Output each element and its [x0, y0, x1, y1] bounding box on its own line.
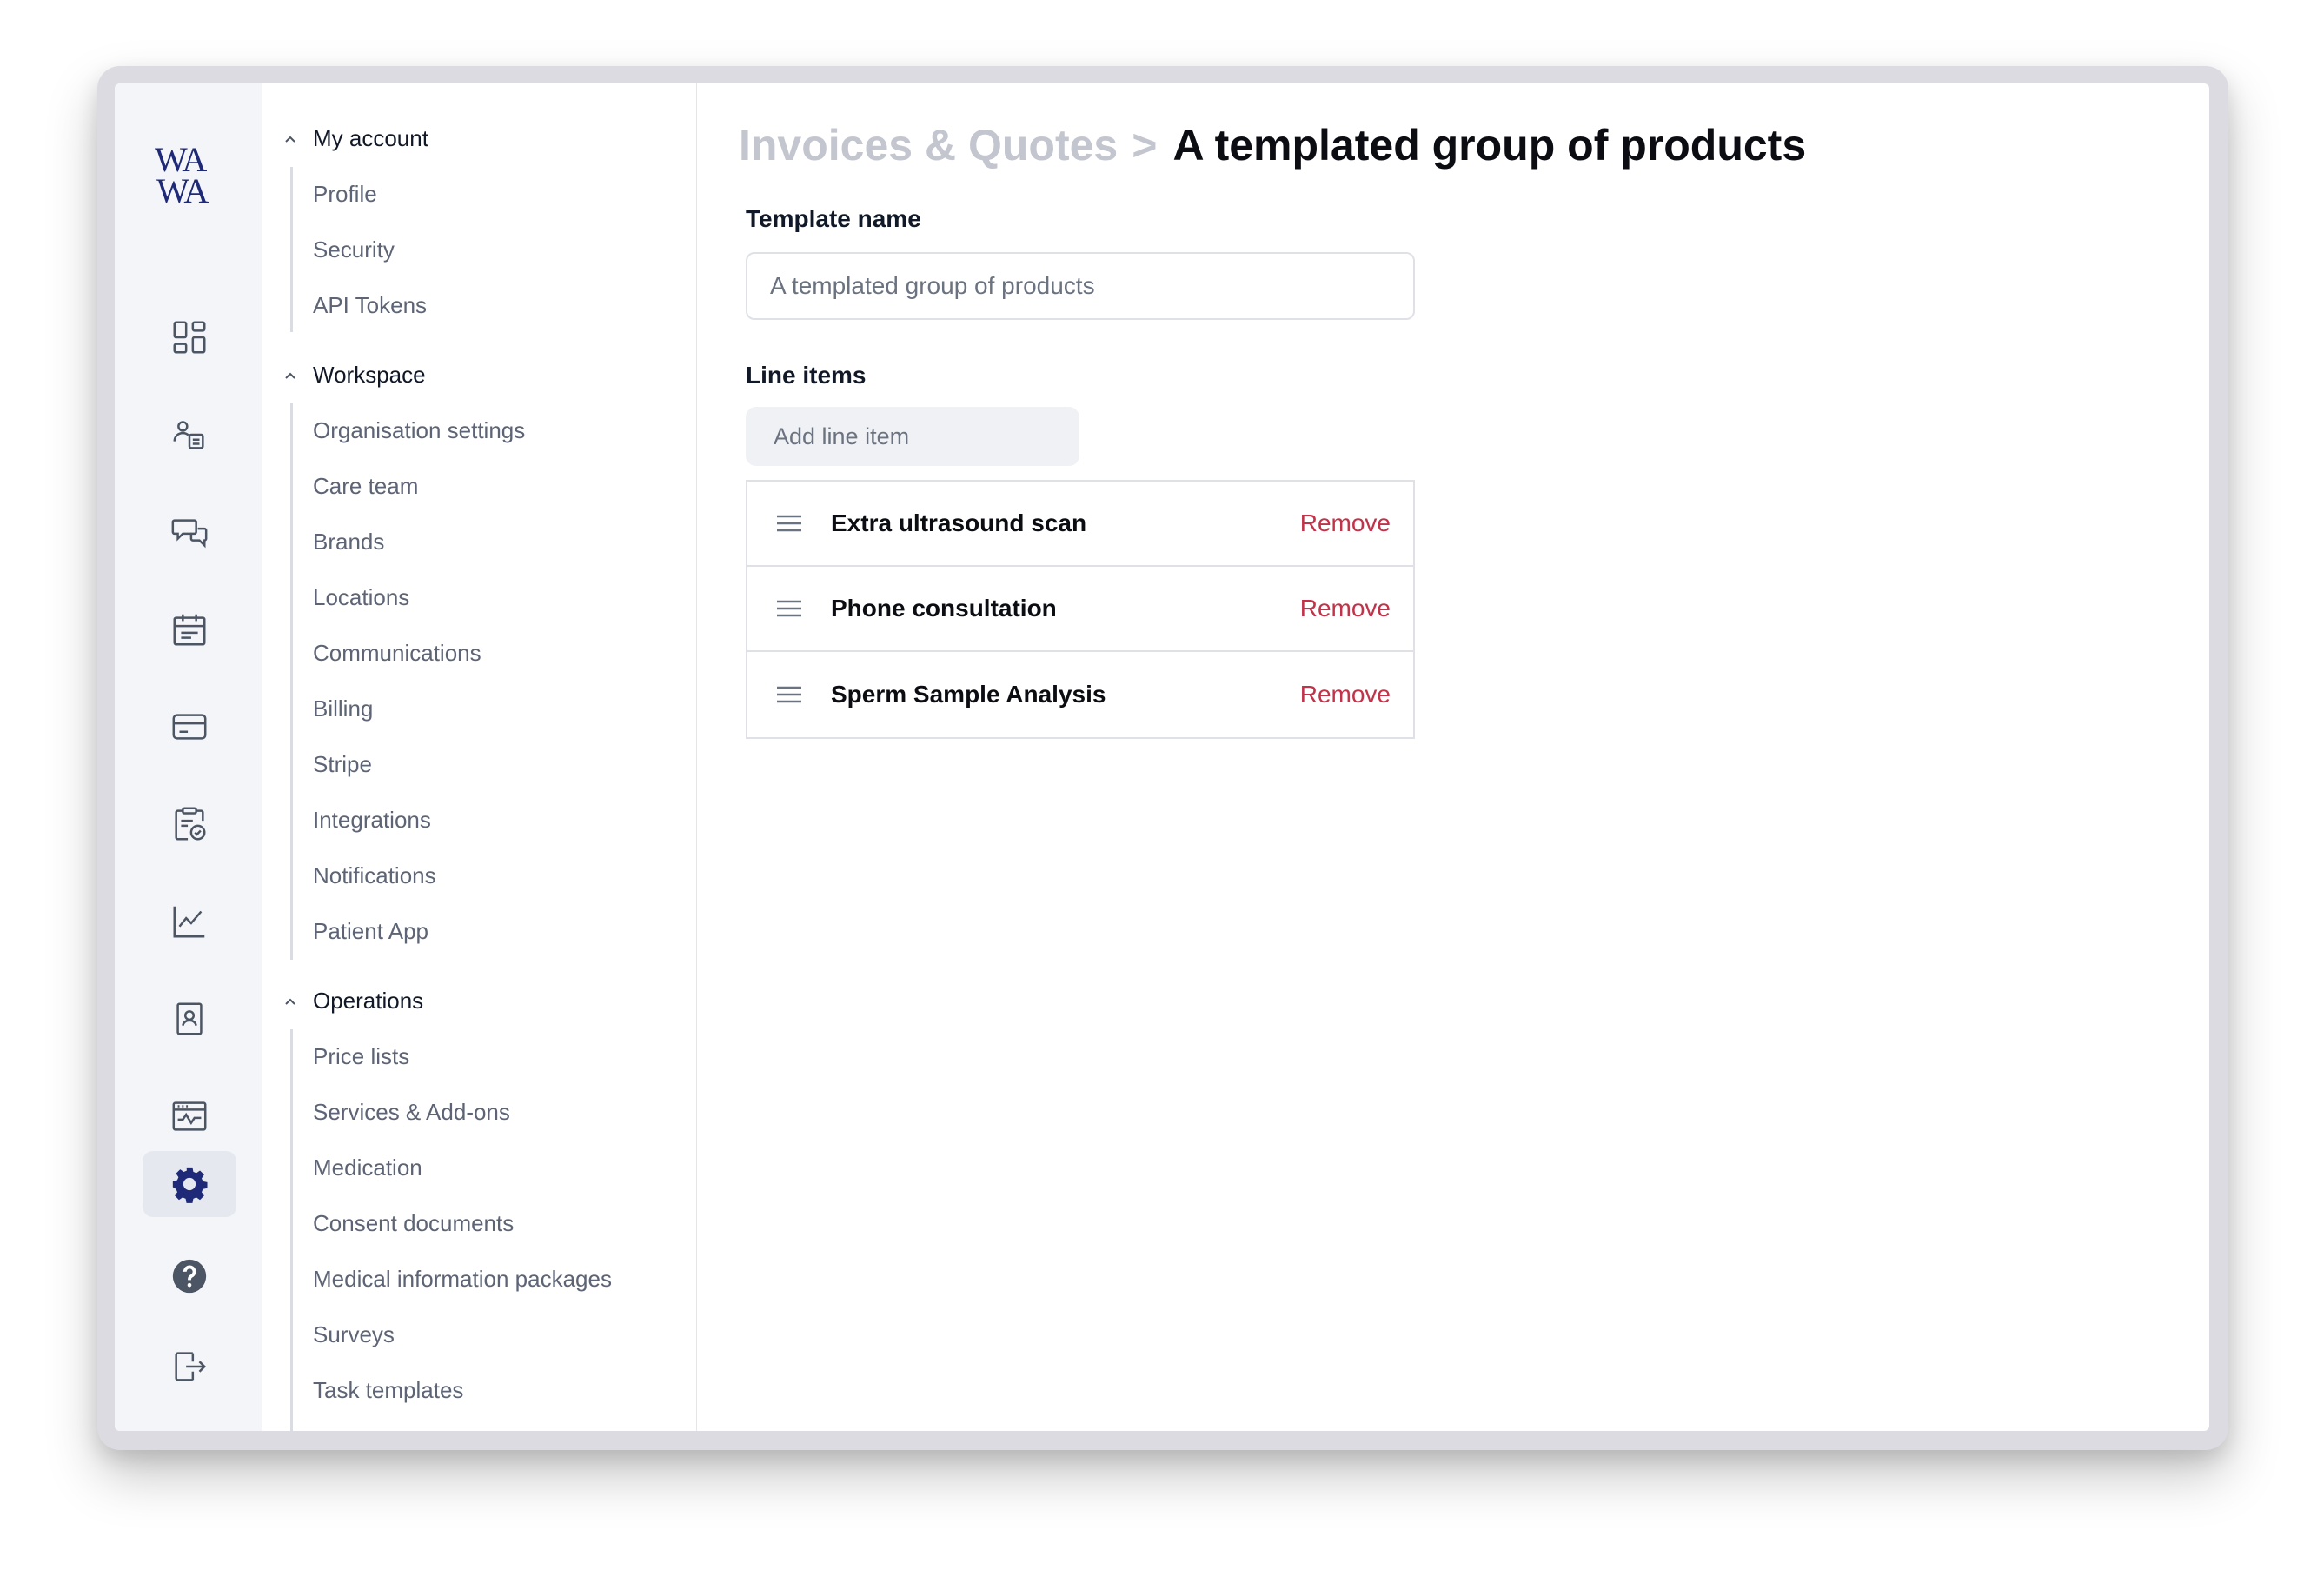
chevron-up-icon: [285, 372, 295, 379]
monitoring-icon[interactable]: [143, 1083, 236, 1149]
add-line-item-input[interactable]: Add line item: [746, 407, 1079, 466]
nav-item-integrations[interactable]: Integrations: [313, 807, 431, 834]
nav-item-profile[interactable]: Profile: [313, 181, 377, 208]
nav-item-stripe[interactable]: Stripe: [313, 751, 372, 778]
nav-item-care-team[interactable]: Care team: [313, 473, 418, 500]
line-item-name: Phone consultation: [831, 595, 1057, 622]
help-icon[interactable]: [143, 1243, 236, 1309]
nav-item-locations[interactable]: Locations: [313, 584, 409, 611]
settings-nav: My account Profile Security API Tokens W…: [262, 83, 697, 1431]
nav-item-price-lists[interactable]: Price lists: [313, 1043, 409, 1070]
calendar-icon[interactable]: [143, 596, 236, 662]
nav-section-divider: [290, 403, 293, 960]
template-name-label: Template name: [746, 205, 921, 232]
settings-icon[interactable]: [143, 1151, 236, 1217]
dashboard-icon[interactable]: [143, 304, 236, 370]
drag-handle-icon[interactable]: [775, 514, 803, 533]
nav-section-title: My account: [313, 125, 428, 151]
nav-section-title: Operations: [313, 988, 424, 1014]
messages-icon[interactable]: [143, 499, 236, 565]
brand-logo[interactable]: WA WA: [155, 143, 233, 210]
nav-item-security[interactable]: Security: [313, 236, 395, 263]
line-items-label: Line items: [746, 362, 867, 389]
nav-item-medical-information-packages[interactable]: Medical information packages: [313, 1266, 612, 1293]
nav-section-title: Workspace: [313, 362, 426, 388]
nav-item-medication[interactable]: Medication: [313, 1154, 422, 1181]
nav-section-my-account[interactable]: My account: [282, 125, 428, 152]
breadcrumb-separator: >: [1132, 121, 1158, 170]
nav-item-notifications[interactable]: Notifications: [313, 862, 436, 889]
remove-line-item-button[interactable]: Remove: [1300, 595, 1391, 622]
nav-item-api-tokens[interactable]: API Tokens: [313, 292, 427, 319]
payment-card-icon[interactable]: [143, 694, 236, 760]
nav-item-communications[interactable]: Communications: [313, 640, 481, 667]
remove-line-item-button[interactable]: Remove: [1300, 509, 1391, 537]
line-item-row: Sperm Sample Analysis Remove: [747, 652, 1413, 737]
nav-section-workspace[interactable]: Workspace: [282, 362, 426, 389]
breadcrumb-parent-link[interactable]: Invoices & Quotes: [739, 121, 1118, 170]
main-content: Invoices & Quotes > A templated group of p…: [697, 83, 2209, 1431]
logout-icon[interactable]: [143, 1334, 236, 1400]
nav-item-organisation-settings[interactable]: Organisation settings: [313, 417, 525, 444]
chevron-up-icon: [285, 998, 295, 1005]
logo-line-2: WA: [156, 171, 209, 210]
remove-line-item-button[interactable]: Remove: [1300, 681, 1391, 709]
app-window: WA WA My account Profile Security API To…: [115, 83, 2209, 1431]
nav-item-brands[interactable]: Brands: [313, 529, 384, 556]
line-item-row: Phone consultation Remove: [747, 567, 1413, 652]
nav-section-divider: [290, 1029, 293, 1431]
drag-handle-icon[interactable]: [775, 599, 803, 618]
line-items-list: Extra ultrasound scan Remove Phone consu…: [746, 480, 1415, 739]
line-item-name: Sperm Sample Analysis: [831, 681, 1106, 708]
nav-item-surveys[interactable]: Surveys: [313, 1321, 395, 1348]
nav-section-divider: [290, 167, 293, 332]
breadcrumb: Invoices & Quotes > A templated group of p…: [739, 120, 1806, 170]
nav-item-services-add-ons[interactable]: Services & Add-ons: [313, 1099, 510, 1126]
nav-item-billing[interactable]: Billing: [313, 695, 373, 722]
contact-book-icon[interactable]: [143, 986, 236, 1052]
patient-record-icon[interactable]: [143, 402, 236, 468]
nav-item-patient-app[interactable]: Patient App: [313, 918, 428, 945]
template-name-input[interactable]: A templated group of products: [746, 252, 1415, 320]
chevron-up-icon: [285, 136, 295, 143]
icon-rail: WA WA: [115, 83, 262, 1431]
line-item-row: Extra ultrasound scan Remove: [747, 482, 1413, 567]
clipboard-check-icon[interactable]: [143, 791, 236, 857]
analytics-icon[interactable]: [143, 888, 236, 955]
line-item-name: Extra ultrasound scan: [831, 509, 1087, 536]
page-title: A templated group of products: [1172, 121, 1807, 170]
nav-item-task-templates[interactable]: Task templates: [313, 1377, 463, 1404]
nav-item-consent-documents[interactable]: Consent documents: [313, 1210, 514, 1237]
nav-section-operations[interactable]: Operations: [282, 988, 423, 1015]
drag-handle-icon[interactable]: [775, 685, 803, 704]
